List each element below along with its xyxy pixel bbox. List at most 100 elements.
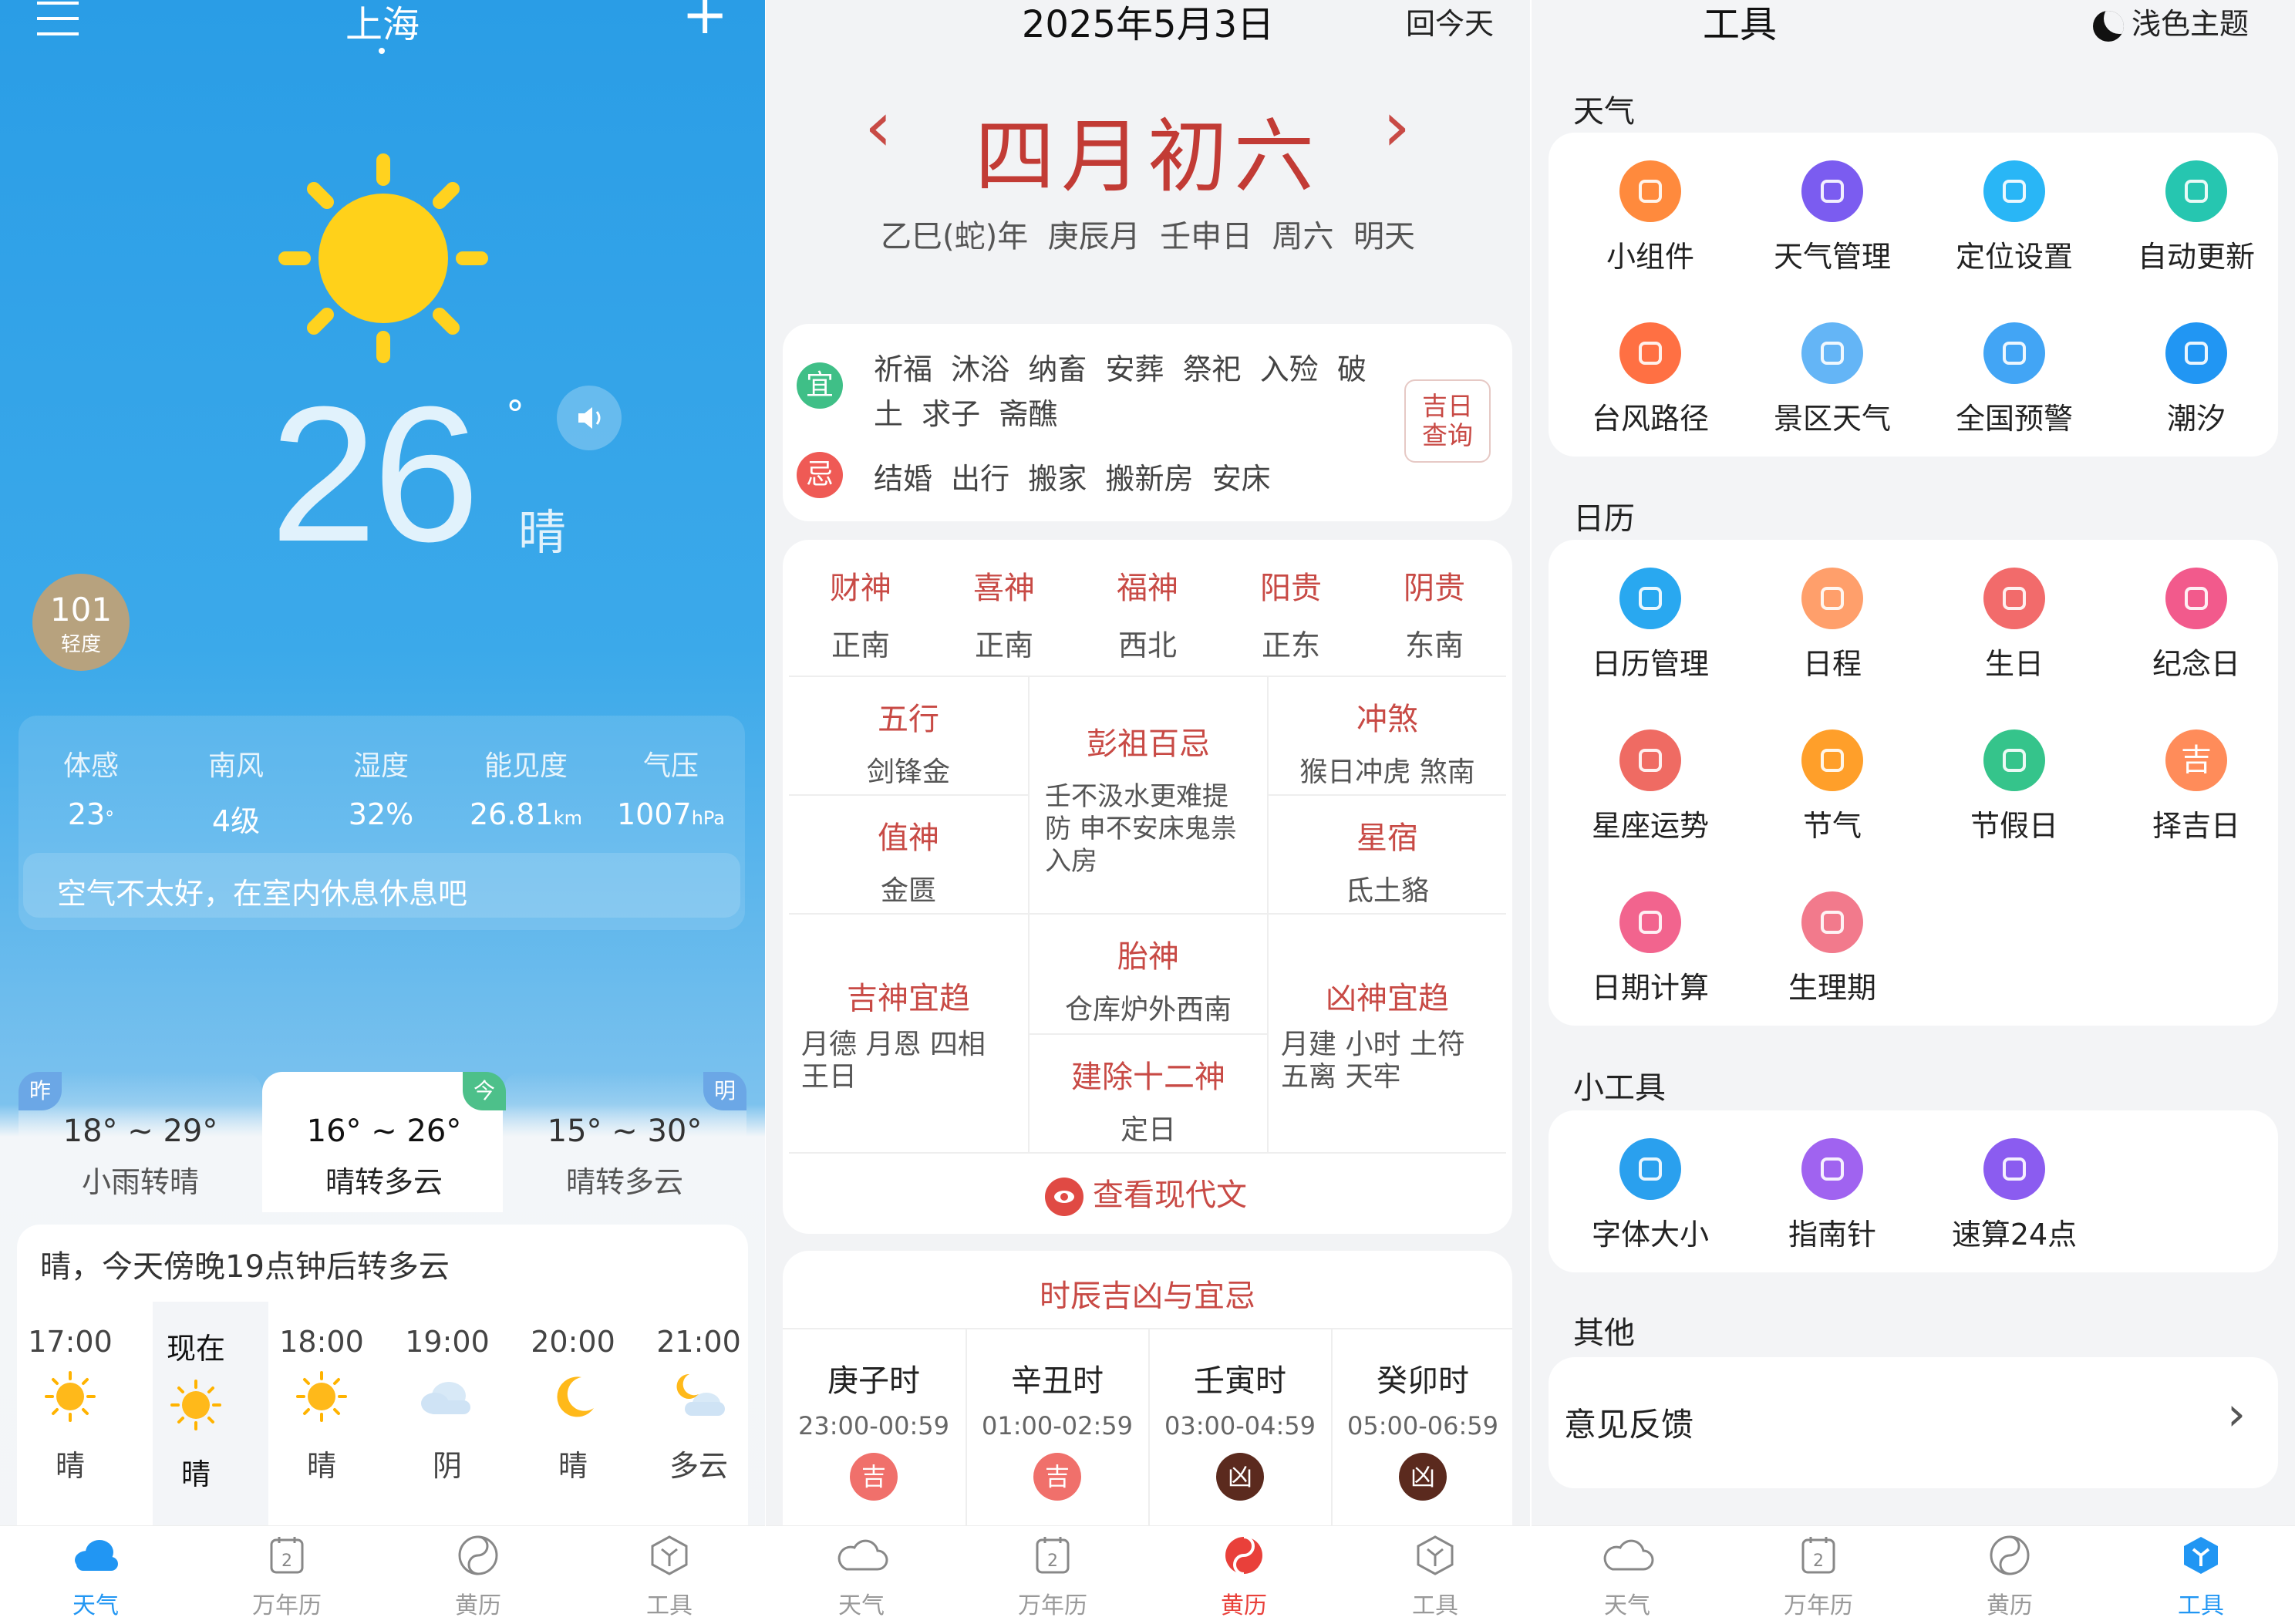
tool-label: 节假日 xyxy=(1970,809,2058,843)
tool-ji[interactable]: 吉择吉日 xyxy=(2105,729,2287,844)
ganzhi-line: 乙巳(蛇)年 庚辰月 壬申日 周六 明天 xyxy=(881,219,1415,254)
hour-range: 01:00-02:59 xyxy=(982,1411,1133,1440)
city-title[interactable]: 上海 xyxy=(305,0,460,48)
sun-icon xyxy=(138,1378,254,1440)
tool-location[interactable]: 定位设置 xyxy=(1923,160,2105,275)
jianchu-value: 定日 xyxy=(1120,1114,1176,1146)
tool-label: 小组件 xyxy=(1606,240,1694,274)
chongsha-title: 冲煞 xyxy=(1356,702,1418,737)
day-forecast-item[interactable]: 明 15° ~ 30° 晴转多云 xyxy=(503,1072,746,1212)
nav-almanac[interactable]: 黄历 xyxy=(424,1534,532,1620)
tool-label: 台风路径 xyxy=(1591,402,1709,436)
god-direction-item: 喜神 正南 xyxy=(932,563,1076,664)
tool-widget[interactable]: 小组件 xyxy=(1559,160,1741,275)
menu-icon[interactable] xyxy=(37,0,79,35)
hour-condition: 晴 xyxy=(180,1457,211,1491)
tool-schedule[interactable]: 日程 xyxy=(1741,568,1923,682)
moon-icon xyxy=(2093,10,2124,42)
nav-weather[interactable]: 天气 xyxy=(42,1534,150,1620)
holiday-icon xyxy=(1983,729,2045,791)
moon-icon xyxy=(515,1370,631,1431)
view-modern-text-button[interactable]: 查看现代文 xyxy=(1045,1172,1247,1218)
compass-icon xyxy=(1801,1138,1863,1200)
chevron-right-icon: › xyxy=(2227,1387,2246,1441)
weather-stats-panel: 体感 23° 南风 4级 湿度 32% 能见度 26.81km 气压 1007hPa 空气不太好，… xyxy=(19,716,745,930)
font-size-icon xyxy=(1619,1138,1681,1200)
tool-scenic[interactable]: 景区天气 xyxy=(1741,322,1923,437)
pengzu-value: 壬不汲水更难提防 申不安床鬼祟入房 xyxy=(1045,781,1237,877)
nav-label: 天气 xyxy=(72,1592,119,1619)
god-direction: 西北 xyxy=(1117,628,1177,662)
back-to-today-button[interactable]: 回今天 xyxy=(1406,0,1494,42)
hour-range: 23:00-00:59 xyxy=(798,1411,949,1440)
hour-time: 21:00 xyxy=(656,1325,741,1359)
day-forecast-item[interactable]: 昨 18° ~ 29° 小雨转晴 xyxy=(19,1072,262,1212)
next-day-arrow[interactable]: › xyxy=(1383,93,1410,162)
weather-tip: 空气不太好，在室内休息休息吧 xyxy=(23,853,740,918)
tool-list[interactable]: 天气管理 xyxy=(1741,160,1923,275)
tool-solar-term[interactable]: 节气 xyxy=(1741,729,1923,844)
day-forecast-item[interactable]: 今 16° ~ 26° 晴转多云 xyxy=(262,1072,506,1212)
nav-label: 万年历 xyxy=(252,1592,322,1619)
section-calendar: 日历 xyxy=(1573,501,1635,537)
nav-calendar[interactable]: 2 万年历 xyxy=(1764,1534,1872,1620)
hour-name: 癸卯时 xyxy=(1377,1363,1469,1399)
tool-holiday[interactable]: 节假日 xyxy=(1923,729,2105,844)
tool-calendar[interactable]: 日历管理 xyxy=(1559,568,1741,682)
nav-almanac[interactable]: 黄历 xyxy=(1956,1534,2064,1620)
tool-cake[interactable]: 生日 xyxy=(1923,568,2105,682)
sun-icon xyxy=(12,1370,128,1431)
nav-calendar[interactable]: 2 万年历 xyxy=(233,1534,341,1620)
god-direction: 正东 xyxy=(1261,628,1320,662)
nav-tools[interactable]: 工具 xyxy=(615,1534,723,1620)
tool-label: 全国预警 xyxy=(1955,402,2073,436)
nav-calendar[interactable]: 2 万年历 xyxy=(999,1534,1107,1620)
tool-compass[interactable]: 指南针 xyxy=(1741,1138,1923,1253)
tool-period[interactable]: 生理期 xyxy=(1741,891,1923,1006)
moon-cloud-icon xyxy=(641,1370,757,1431)
luck-badge: 凶 xyxy=(1399,1453,1447,1501)
tool-heart[interactable]: 纪念日 xyxy=(2105,568,2287,682)
tool-aries[interactable]: 星座运势 xyxy=(1559,729,1741,844)
hour-condition: 晴 xyxy=(558,1449,588,1483)
stat-value: 32% xyxy=(348,797,414,831)
period-icon xyxy=(1801,891,1863,953)
hours-title: 时辰吉凶与宜忌 xyxy=(1040,1279,1255,1314)
nav-tools[interactable]: 工具 xyxy=(2147,1534,2255,1620)
tool-label: 潮汐 xyxy=(2166,402,2226,436)
cloud-icon xyxy=(389,1370,505,1431)
prev-day-arrow[interactable]: ‹ xyxy=(864,93,892,162)
tool-font-size[interactable]: 字体大小 xyxy=(1559,1138,1741,1253)
add-city-icon[interactable]: + xyxy=(682,0,728,42)
tool-warning[interactable]: 全国预警 xyxy=(1923,322,2105,437)
tool-label: 生日 xyxy=(1984,647,2044,681)
tool-date-calc[interactable]: 日期计算 xyxy=(1559,891,1741,1006)
nav-weather[interactable]: 天气 xyxy=(807,1534,915,1620)
tool-label: 字体大小 xyxy=(1591,1218,1709,1252)
nav-almanac[interactable]: 黄历 xyxy=(1190,1534,1298,1620)
hourly-item: 18:00 晴 xyxy=(264,1325,379,1484)
tool-refresh[interactable]: 自动更新 xyxy=(2105,160,2287,275)
nav-label: 黄历 xyxy=(1987,1592,2033,1619)
aqi-badge[interactable]: 101 轻度 xyxy=(32,574,130,671)
tool-tide[interactable]: 潮汐 xyxy=(2105,322,2287,437)
svg-text:2: 2 xyxy=(1813,1552,1824,1571)
nav-weather[interactable]: 天气 xyxy=(1573,1534,1681,1620)
bottom-nav: 天气 2 万年历 黄历 工具 xyxy=(766,1525,1530,1624)
voice-broadcast-button[interactable] xyxy=(557,386,622,450)
stat-item: 能见度 26.81km xyxy=(453,743,598,831)
god-direction-item: 福神 西北 xyxy=(1076,563,1219,664)
lucky-day-query-button[interactable]: 吉日 查询 xyxy=(1404,379,1491,463)
eye-icon xyxy=(1045,1178,1083,1216)
theme-toggle[interactable]: 浅色主题 xyxy=(2093,0,2249,42)
day-tag: 今 xyxy=(463,1072,506,1110)
nav-tools[interactable]: 工具 xyxy=(1381,1534,1489,1620)
tool-game[interactable]: 速算24点 xyxy=(1923,1138,2105,1253)
tool-typhoon[interactable]: 台风路径 xyxy=(1559,322,1741,437)
weather-screen: 上海 + 26 ° 晴 101 轻度 体感 23° 南风 4级 湿度 32% 能见度 26.8… xyxy=(0,0,765,1624)
pengzu-title: 彭祖百忌 xyxy=(1087,726,1210,762)
cake-icon xyxy=(1983,568,2045,629)
small-tools-card: 字体大小 指南针 速算24点 xyxy=(1549,1110,2278,1272)
xiongshen-title: 凶神宜趋 xyxy=(1326,981,1449,1016)
feedback-row[interactable]: 意见反馈 › xyxy=(1549,1357,2278,1488)
